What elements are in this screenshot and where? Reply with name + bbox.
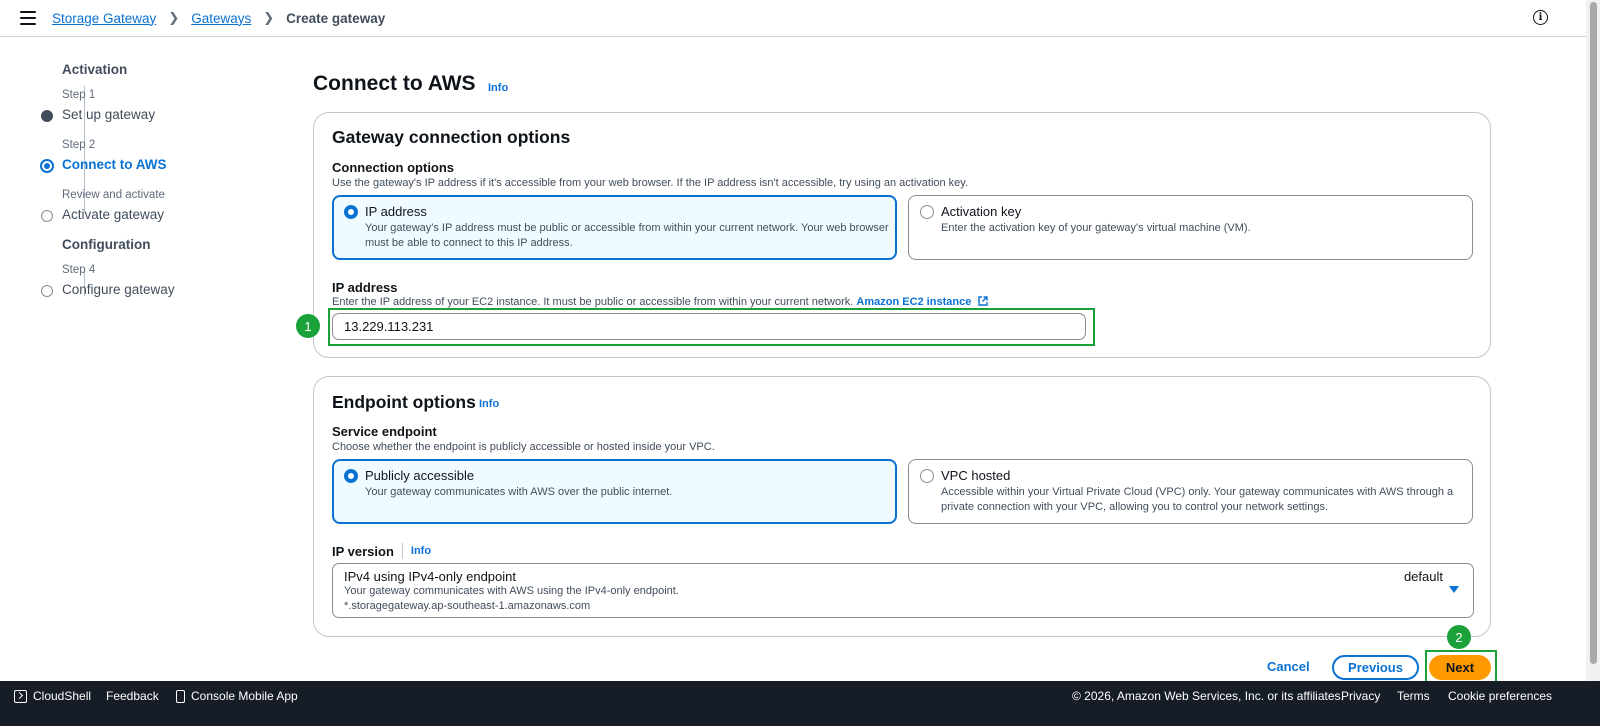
ip-version-select[interactable]: IPv4 using IPv4-only endpoint Your gatew… [332, 563, 1474, 618]
option-publicly-accessible[interactable]: Publicly accessible Your gateway communi… [332, 459, 897, 524]
chevron-right-icon: ❯ [168, 10, 180, 25]
ip-address-label: IP address [332, 280, 398, 295]
endpoint-info-link[interactable]: Info [479, 398, 499, 410]
option-description: Accessible within your Virtual Private C… [941, 485, 1453, 514]
radio-selected-icon[interactable] [344, 469, 358, 483]
option-title: Publicly accessible [365, 468, 475, 483]
step-pending-icon [41, 210, 53, 222]
step-title: Activate gateway [62, 207, 165, 222]
step-item-configure-gateway: Step 4 Configure gateway [24, 256, 282, 306]
feedback-label: Feedback [106, 689, 159, 703]
scrollbar-thumb[interactable] [1590, 2, 1597, 664]
console-footer: CloudShell Feedback Console Mobile App ©… [0, 681, 1600, 726]
breadcrumb: Storage Gateway ❯ Gateways ❯ Create gate… [52, 10, 385, 26]
radio-unselected-icon[interactable] [920, 469, 934, 483]
chevron-right-icon: ❯ [263, 10, 275, 25]
step-done-icon [41, 110, 53, 122]
option-title: Activation key [941, 204, 1022, 219]
ip-version-label: IP version [332, 543, 394, 559]
select-value: IPv4 using IPv4-only endpoint [344, 569, 516, 584]
option-vpc-hosted[interactable]: VPC hosted Accessible within your Virtua… [908, 459, 1473, 524]
previous-button[interactable]: Previous [1332, 655, 1419, 680]
annotation-badge-1: 1 [296, 314, 320, 338]
ip-version-info-link[interactable]: Info [411, 545, 431, 557]
option-description: Your gateway communicates with AWS over … [365, 485, 672, 500]
step-item-set-up-gateway: Step 1 Set up gateway [24, 81, 282, 131]
service-endpoint-description: Choose whether the endpoint is publicly … [332, 441, 715, 453]
terms-link[interactable]: Terms [1397, 689, 1430, 703]
mobile-app-label: Console Mobile App [191, 689, 298, 703]
step-current-icon [40, 159, 54, 173]
annotation-badge-2: 2 [1447, 625, 1471, 649]
info-icon[interactable]: i [1533, 10, 1548, 25]
step-title: Configure gateway [62, 282, 175, 297]
cloudshell-icon [14, 689, 27, 703]
option-description: Enter the activation key of your gateway… [941, 221, 1251, 236]
feedback-button[interactable]: Feedback [106, 689, 159, 703]
step-pending-icon [41, 285, 53, 297]
menu-icon[interactable] [20, 11, 36, 25]
ip-address-description: Enter the IP address of your EC2 instanc… [332, 296, 989, 308]
option-desc-line: Your gateway's IP address must be public… [365, 222, 889, 234]
step-label: Step 4 [62, 264, 96, 276]
cloudshell-label: CloudShell [33, 689, 92, 703]
step-group-configuration: Configuration [62, 237, 151, 252]
console-mobile-app-button[interactable]: Console Mobile App [176, 689, 298, 703]
option-activation-key[interactable]: Activation key Enter the activation key … [908, 195, 1473, 260]
divider [401, 543, 403, 559]
option-title: IP address [365, 204, 427, 219]
scrollbar[interactable] [1586, 0, 1600, 681]
step-label: Step 1 [62, 89, 96, 101]
step-title: Set up gateway [62, 107, 156, 122]
option-description: Your gateway's IP address must be public… [365, 221, 889, 250]
page-info-link[interactable]: Info [488, 82, 508, 94]
step-group-activation: Activation [62, 62, 128, 77]
cookie-preferences-link[interactable]: Cookie preferences [1448, 689, 1552, 703]
option-desc-line: must be able to connect to this IP addre… [365, 236, 573, 249]
amazon-ec2-instance-link[interactable]: Amazon EC2 instance [856, 296, 971, 308]
cancel-button[interactable]: Cancel [1267, 659, 1310, 674]
connection-options-description: Use the gateway's IP address if it's acc… [332, 177, 969, 189]
service-endpoint-label: Service endpoint [332, 424, 437, 439]
ip-description-text: Enter the IP address of your EC2 instanc… [332, 296, 854, 308]
option-ip-address[interactable]: IP address Your gateway's IP address mus… [332, 195, 897, 260]
endpoint-options-card: Endpoint options Info Service endpoint C… [313, 376, 1491, 637]
breadcrumb-current: Create gateway [286, 10, 386, 26]
select-tag: default [1403, 569, 1443, 584]
copyright-text: © 2026, Amazon Web Services, Inc. or its… [1072, 689, 1344, 703]
ip-version-label-row: IP version Info [332, 543, 431, 559]
caret-down-icon[interactable] [1449, 586, 1459, 593]
step-item-activate-gateway: Review and activate Activate gateway [24, 181, 282, 231]
privacy-link[interactable]: Privacy [1341, 689, 1380, 703]
option-desc-line: Accessible within your Virtual Private C… [941, 486, 1454, 498]
radio-selected-icon[interactable] [344, 205, 358, 219]
step-label: Step 2 [62, 139, 96, 151]
annotation-box-2 [1425, 650, 1497, 684]
card-title: Endpoint options [332, 392, 476, 412]
select-endpoint: *.storagegateway.ap-southeast-1.amazonaw… [344, 600, 591, 612]
card-title: Gateway connection options [332, 127, 571, 147]
breadcrumb-gateways[interactable]: Gateways [191, 11, 251, 26]
wizard-steps: Activation Step 1 Set up gateway Step 2 … [40, 62, 282, 306]
breadcrumb-storage-gateway[interactable]: Storage Gateway [52, 11, 156, 26]
radio-unselected-icon[interactable] [920, 205, 934, 219]
external-link-icon[interactable] [978, 296, 989, 306]
option-desc-line: Your gateway communicates with AWS over … [365, 486, 673, 498]
option-desc-line: private connection with your VPC, allowi… [941, 500, 1329, 513]
option-desc-line: Enter the activation key of your gateway… [941, 222, 1251, 234]
annotation-box-1 [328, 308, 1095, 346]
option-title: VPC hosted [941, 468, 1011, 483]
page-title: Connect to AWS [313, 72, 476, 95]
mobile-phone-icon [176, 689, 185, 703]
step-item-connect-to-aws[interactable]: Step 2 Connect to AWS [24, 131, 282, 181]
connection-options-label: Connection options [332, 160, 455, 175]
step-label: Review and activate [62, 189, 165, 201]
select-description: Your gateway communicates with AWS using… [344, 585, 679, 597]
top-bar: Storage Gateway ❯ Gateways ❯ Create gate… [0, 0, 1586, 37]
step-title[interactable]: Connect to AWS [62, 157, 167, 172]
cloudshell-button[interactable]: CloudShell [14, 689, 91, 703]
